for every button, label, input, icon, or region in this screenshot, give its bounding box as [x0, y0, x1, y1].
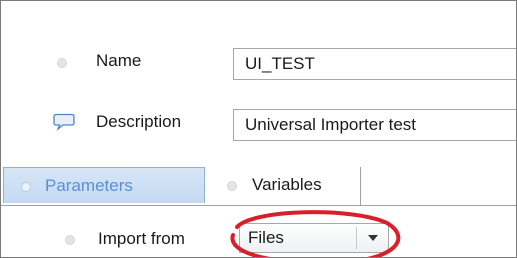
description-label: Description — [96, 112, 182, 131]
import-settings-panel: Name UI_TEST Description Universal Impor… — [0, 0, 517, 258]
name-label: Name — [96, 51, 142, 70]
import-from-select-value: Files — [248, 228, 284, 247]
import-from-bullet-icon — [65, 235, 75, 245]
tab-variables-label: Variables — [252, 175, 322, 194]
import-from-select[interactable]: Files — [239, 223, 389, 253]
tab-bar: Parameters Variables — [1, 167, 516, 205]
name-input-value: UI_TEST — [245, 54, 315, 73]
tab-variables[interactable]: Variables — [205, 167, 361, 205]
chevron-down-icon[interactable] — [368, 235, 378, 241]
variables-tab-bullet-icon — [227, 181, 237, 191]
description-input-value: Universal Importer test — [245, 115, 416, 134]
tab-parameters-label: Parameters — [45, 176, 133, 195]
tab-parameters[interactable]: Parameters — [3, 167, 205, 203]
select-separator — [356, 227, 357, 249]
speech-bubble-icon — [53, 113, 75, 131]
tab-divider — [1, 205, 516, 206]
description-input[interactable]: Universal Importer test — [233, 109, 516, 141]
parameters-tab-bullet-icon — [21, 182, 31, 192]
name-bullet-icon — [57, 58, 67, 68]
name-input[interactable]: UI_TEST — [233, 48, 516, 80]
import-from-label: Import from — [98, 229, 185, 248]
